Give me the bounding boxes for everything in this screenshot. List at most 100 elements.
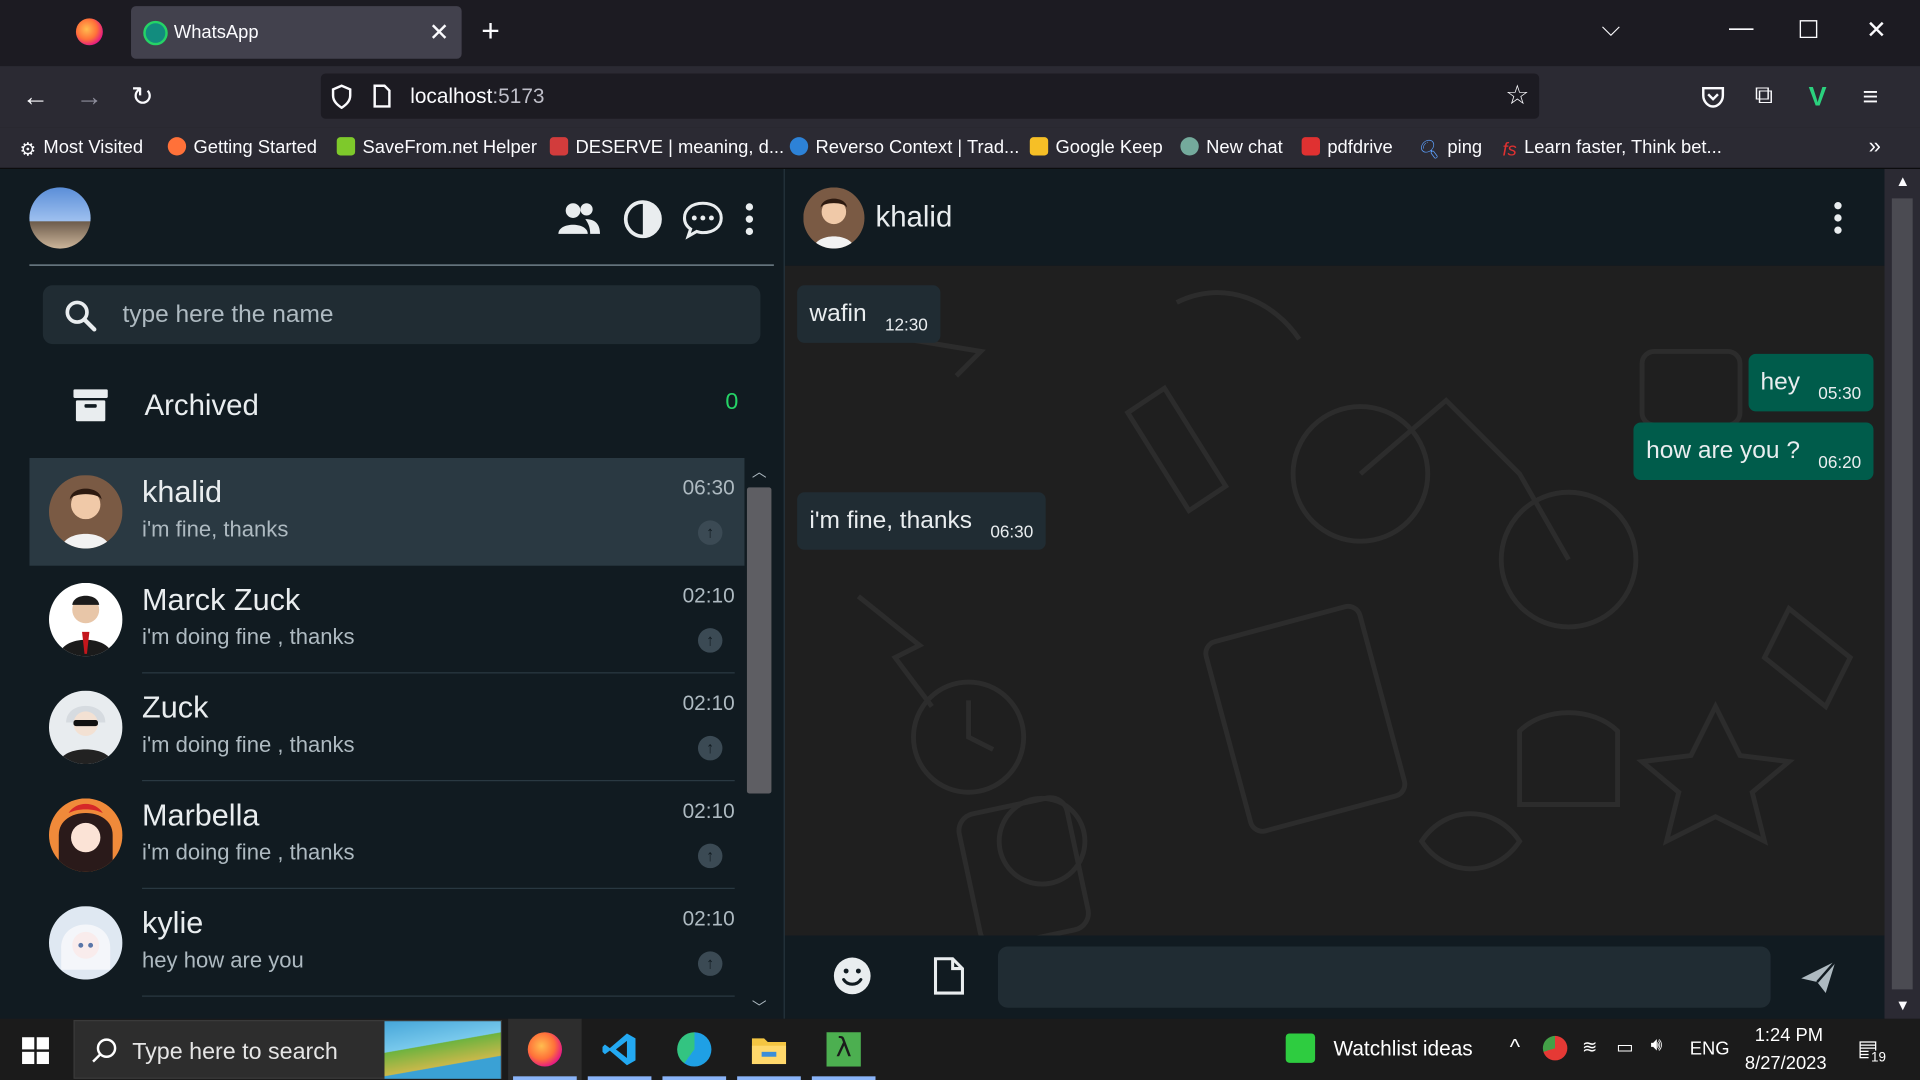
page-scrollbar[interactable]: ▲ ▼	[1884, 168, 1920, 1019]
chat-list-item[interactable]: Marck Zuck i'm doing fine , thanks 02:10…	[29, 566, 744, 674]
vpn-extension-icon[interactable]: V	[1809, 81, 1827, 113]
message-bubble-outgoing[interactable]: hey 05:30	[1748, 353, 1874, 412]
last-message-time: 02:10	[682, 691, 735, 716]
taskbar-widget-label[interactable]: Watchlist ideas	[1333, 1037, 1472, 1061]
new-chat-message-icon[interactable]	[681, 197, 725, 241]
chat-search-box[interactable]	[42, 285, 761, 345]
message-bubble-outgoing[interactable]: how are you ? 06:20	[1633, 422, 1874, 481]
last-message-time: 06:30	[682, 476, 735, 500]
bookmark-item[interactable]: 🔍︎ ping	[1416, 137, 1482, 161]
theme-toggle-contrast-icon[interactable]	[621, 197, 665, 241]
bookmark-label: DESERVE | meaning, d...	[575, 137, 785, 158]
last-message-preview: i'm doing fine , thanks	[142, 840, 355, 865]
conversation-panel: khalid wafin 12:30 hey 05:30 how are you…	[784, 168, 1885, 1019]
chat-doodle-background	[856, 290, 1854, 936]
scroll-down-arrow-icon[interactable]: ▼	[1896, 997, 1911, 1014]
new-tab-button[interactable]: +	[481, 12, 500, 50]
scroll-down-arrow-icon[interactable]: ﹀	[752, 997, 767, 1018]
message-area: wafin 12:30 hey 05:30 how are you ? 06:2…	[784, 265, 1885, 936]
chat-list-item[interactable]: Zuck i'm doing fine , thanks 02:10 ↑	[29, 673, 744, 782]
bookmark-item[interactable]: Getting Started	[167, 137, 317, 158]
archived-chats-row[interactable]: Archived 0	[29, 371, 744, 442]
bookmark-item[interactable]: Reverso Context | Trad...	[789, 137, 1019, 158]
message-text: how are you ?	[1646, 437, 1800, 465]
chat-options-arrow-icon[interactable]: ↑	[697, 628, 723, 653]
list-all-tabs-chevron-icon[interactable]: ⌵	[1602, 15, 1621, 43]
windows-start-icon[interactable]	[22, 1037, 49, 1065]
conversation-menu-kebab-icon[interactable]	[1831, 198, 1846, 237]
message-bubble-incoming[interactable]: wafin 12:30	[797, 285, 941, 343]
battery-icon[interactable]: ▭	[1616, 1036, 1633, 1058]
forward-arrow-icon[interactable]: →	[76, 81, 103, 113]
hamburger-menu-icon[interactable]: ≡	[1862, 81, 1878, 113]
chat-options-arrow-icon[interactable]: ↑	[697, 951, 723, 976]
taskbar-edge[interactable]	[658, 1019, 731, 1080]
search-icon: 🔍︎	[1416, 139, 1441, 161]
taskbar-vscode[interactable]	[583, 1019, 656, 1080]
chat-list-item[interactable]: Marbella i'm doing fine , thanks 02:10 ↑	[29, 781, 744, 889]
bookmark-item[interactable]: fs Learn faster, Think bet...	[1502, 137, 1721, 160]
attach-file-icon[interactable]	[933, 956, 965, 995]
tray-app-icon[interactable]	[1542, 1035, 1568, 1061]
emoji-smiley-icon[interactable]	[833, 956, 872, 995]
message-input[interactable]	[997, 946, 1771, 1008]
volume-icon[interactable]: 🔊︎	[1651, 1035, 1663, 1056]
chat-list-item[interactable]: kylie hey how are you 02:10 ↑	[29, 889, 744, 997]
close-tab-icon[interactable]: ✕	[429, 17, 450, 48]
message-time: 12:30	[884, 314, 928, 334]
chat-options-arrow-icon[interactable]: ↑	[697, 735, 723, 761]
input-language[interactable]: ENG	[1690, 1038, 1730, 1059]
page-info-icon[interactable]	[372, 84, 392, 108]
send-paper-plane-icon[interactable]	[1799, 958, 1838, 997]
bookmark-item[interactable]: ⚙ Most Visited	[20, 137, 144, 160]
search-input[interactable]	[122, 295, 735, 335]
sidebar-menu-kebab-icon[interactable]	[732, 197, 766, 241]
pocket-icon[interactable]	[1701, 84, 1725, 108]
chat-list-item[interactable]: khalid i'm fine, thanks 06:30 ↑	[29, 457, 745, 566]
message-bubble-incoming[interactable]: i'm fine, thanks 06:30	[797, 492, 1046, 550]
address-bar[interactable]: localhost:5173 ☆	[320, 73, 1540, 119]
maximize-window-icon[interactable]: ☐	[1798, 15, 1820, 46]
scrollbar-thumb[interactable]	[746, 487, 772, 794]
message-time: 06:30	[990, 521, 1034, 541]
bookmark-star-icon[interactable]: ☆	[1505, 80, 1529, 112]
taskbar-file-explorer[interactable]	[732, 1019, 805, 1080]
show-hidden-icons-chevron-icon[interactable]: ^	[1510, 1035, 1520, 1061]
more-bookmarks-chevron-icon[interactable]: »	[1869, 133, 1881, 159]
minimize-window-icon[interactable]: —	[1729, 15, 1753, 43]
taskbar-clock-date[interactable]: 8/27/2023	[1745, 1053, 1827, 1074]
taskbar-search-box[interactable]: Type here to search	[73, 1020, 503, 1079]
browser-tab-whatsapp[interactable]: WhatsApp ✕	[131, 6, 462, 59]
contact-avatar	[48, 906, 123, 980]
conversation-header[interactable]: khalid	[784, 168, 1885, 266]
reload-icon[interactable]: ↻	[131, 81, 154, 113]
community-icon[interactable]	[556, 197, 601, 241]
page-scrollbar-thumb[interactable]	[1891, 198, 1913, 990]
chat-list-scrollbar[interactable]: ︿ ﹀	[744, 458, 773, 1019]
bookmark-item[interactable]: DESERVE | meaning, d...	[549, 137, 785, 158]
wifi-icon[interactable]: ≋	[1582, 1036, 1597, 1058]
bookmark-label: SaveFrom.net Helper	[362, 137, 538, 158]
tracking-protection-shield-icon[interactable]	[331, 84, 353, 109]
taskbar-app-lambda[interactable]: λ	[807, 1019, 880, 1080]
chat-options-arrow-icon[interactable]: ↑	[697, 843, 723, 869]
scroll-up-arrow-icon[interactable]: ︿	[752, 460, 767, 481]
bookmark-item[interactable]: New chat	[1180, 137, 1283, 158]
bookmark-item[interactable]: Google Keep	[1029, 137, 1163, 158]
url-port: :5173	[492, 84, 545, 108]
bookmark-item[interactable]: SaveFrom.net Helper	[336, 137, 538, 158]
taskbar-firefox[interactable]	[508, 1018, 582, 1080]
scroll-up-arrow-icon[interactable]: ▲	[1896, 173, 1911, 190]
contact-avatar[interactable]	[803, 187, 865, 249]
url-text[interactable]: localhost:5173	[410, 84, 544, 108]
back-arrow-icon[interactable]: ←	[22, 81, 49, 113]
taskbar-clock-time[interactable]: 1:24 PM	[1755, 1025, 1823, 1046]
chat-sidebar: Archived 0 khalid i'm fine, thanks 06:30…	[0, 168, 785, 1019]
bookmark-item[interactable]: pdfdrive	[1301, 137, 1393, 158]
my-profile-avatar[interactable]	[29, 187, 91, 249]
close-window-icon[interactable]: ✕	[1866, 15, 1887, 46]
bookmark-label: New chat	[1206, 137, 1283, 158]
chat-options-arrow-icon[interactable]: ↑	[697, 520, 723, 545]
extensions-puzzle-icon[interactable]: ⧉	[1755, 81, 1773, 110]
search-highlight-illustration	[384, 1021, 501, 1079]
